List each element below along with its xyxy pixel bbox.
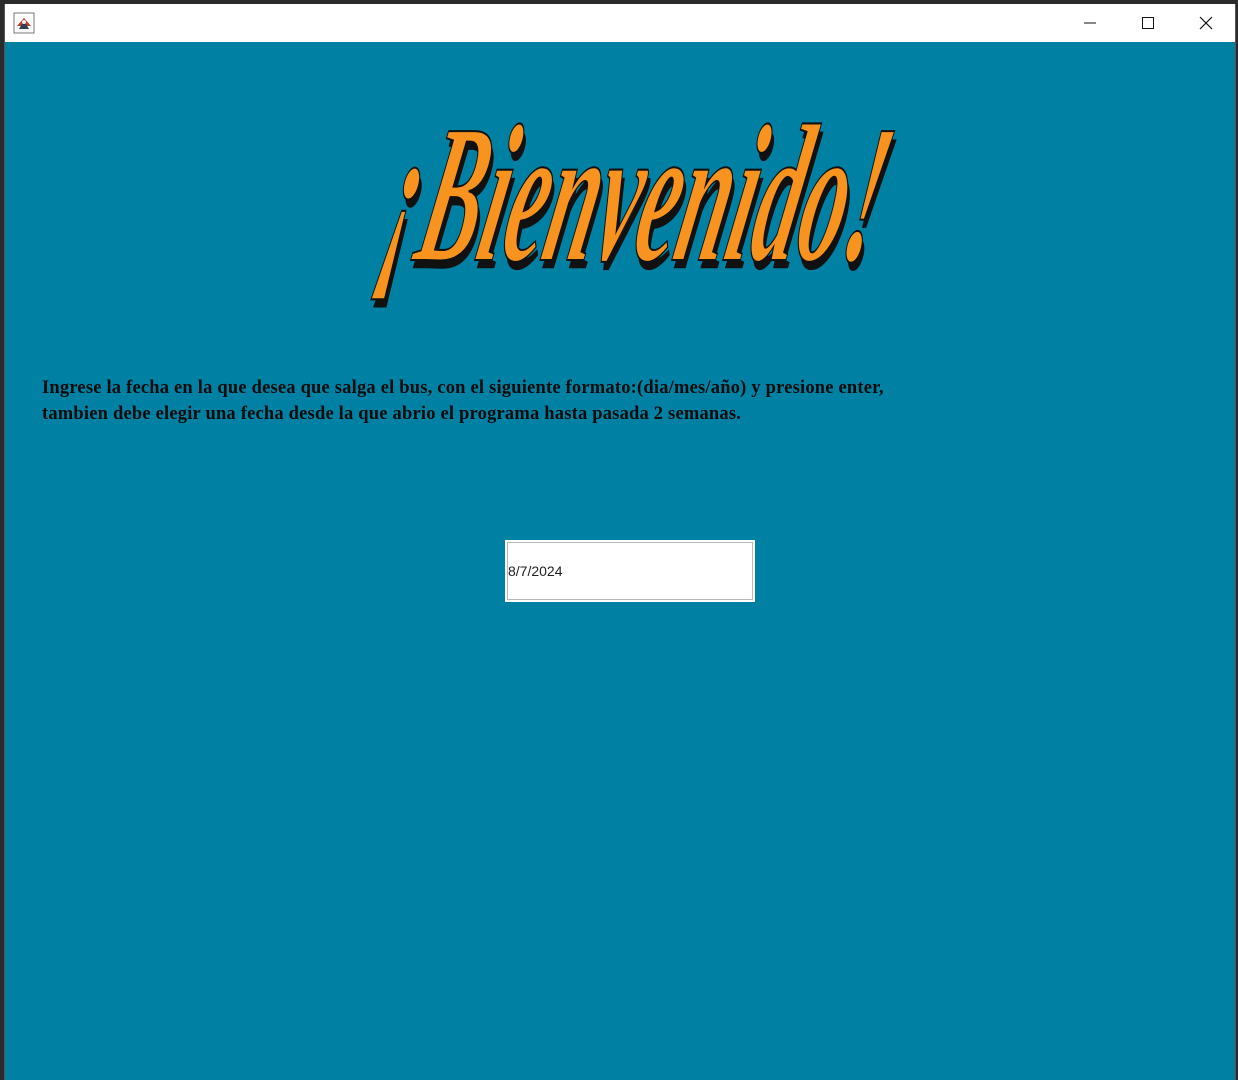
banner-text: ¡Bienvenido! <box>367 85 900 303</box>
java-app-icon <box>13 12 35 34</box>
main-content: ¡Bienvenido! ¡Bienvenido! Ingrese la fec… <box>5 42 1235 1080</box>
instructions-line-2: tambien debe elegir una fecha desde la q… <box>42 404 742 424</box>
instructions-line-1: Ingrese la fecha en la que desea que sal… <box>42 378 884 398</box>
title-bar[interactable] <box>5 4 1235 42</box>
close-button[interactable] <box>1177 4 1235 42</box>
maximize-icon <box>1142 17 1154 29</box>
minimize-button[interactable] <box>1061 4 1119 42</box>
date-input[interactable] <box>505 540 755 602</box>
screen-frame: ¡Bienvenido! ¡Bienvenido! Ingrese la fec… <box>0 0 1238 1080</box>
maximize-button[interactable] <box>1119 4 1177 42</box>
instructions-text: Ingrese la fecha en la que desea que sal… <box>42 375 1002 427</box>
app-window: ¡Bienvenido! ¡Bienvenido! Ingrese la fec… <box>4 4 1236 1080</box>
close-icon <box>1199 16 1213 30</box>
minimize-icon <box>1084 17 1096 29</box>
welcome-banner: ¡Bienvenido! ¡Bienvenido! <box>360 42 912 312</box>
